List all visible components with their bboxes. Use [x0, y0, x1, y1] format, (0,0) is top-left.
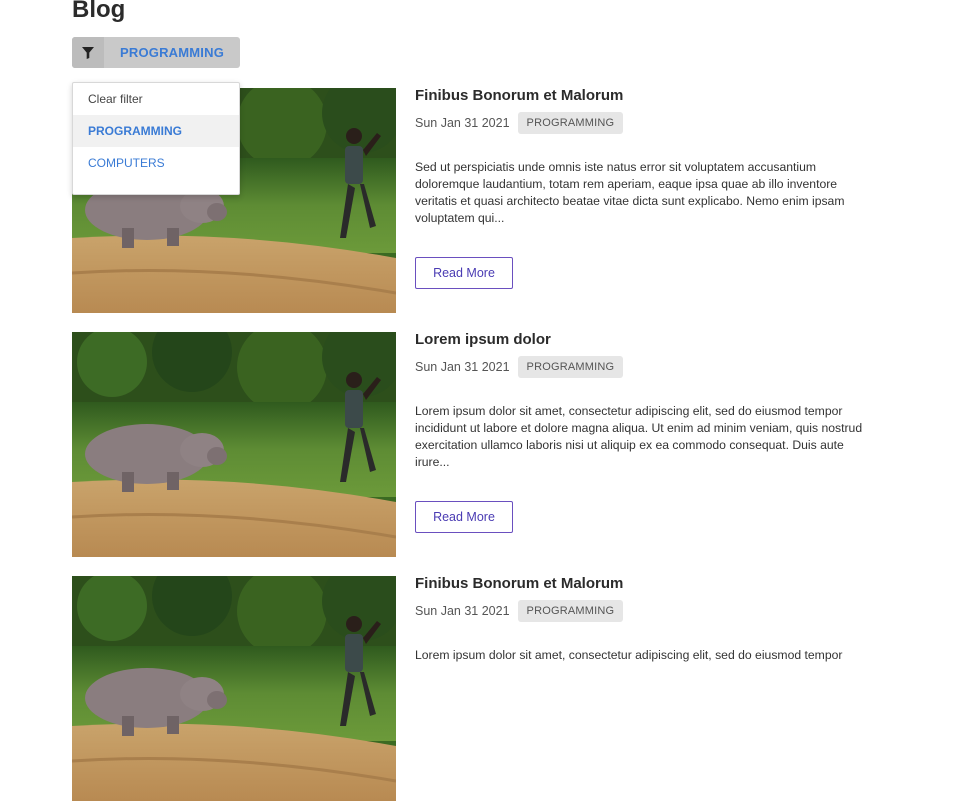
filter-dropdown: Clear filter PROGRAMMING COMPUTERS	[72, 82, 240, 195]
post-card: Finibus Bonorum et Malorum Sun Jan 31 20…	[72, 576, 872, 801]
post-date: Sun Jan 31 2021	[415, 360, 510, 374]
post-tag[interactable]: PROGRAMMING	[517, 112, 624, 134]
post-excerpt: Sed ut perspiciatis unde omnis iste natu…	[415, 160, 845, 225]
post-date: Sun Jan 31 2021	[415, 604, 510, 618]
post-title[interactable]: Lorem ipsum dolor	[415, 332, 875, 348]
post-image[interactable]	[72, 332, 396, 557]
read-more-button[interactable]: Read More	[415, 257, 513, 289]
post-image[interactable]	[72, 576, 396, 801]
post-title[interactable]: Finibus Bonorum et Malorum	[415, 88, 875, 104]
post-title[interactable]: Finibus Bonorum et Malorum	[415, 576, 875, 592]
clear-filter-option[interactable]: Clear filter	[73, 83, 239, 115]
read-more-button[interactable]: Read More	[415, 501, 513, 533]
post-excerpt: Lorem ipsum dolor sit amet, consectetur …	[415, 648, 843, 662]
post-excerpt: Lorem ipsum dolor sit amet, consectetur …	[415, 404, 863, 469]
filter-option-programming[interactable]: PROGRAMMING	[73, 115, 239, 147]
post-date: Sun Jan 31 2021	[415, 116, 510, 130]
filter-icon	[72, 37, 104, 68]
post-tag[interactable]: PROGRAMMING	[517, 356, 624, 378]
post-card: Lorem ipsum dolor Sun Jan 31 2021 PROGRA…	[72, 332, 872, 557]
filter-selected-label: PROGRAMMING	[119, 45, 225, 60]
post-tag[interactable]: PROGRAMMING	[517, 600, 624, 622]
filter-option-computers[interactable]: COMPUTERS	[73, 147, 239, 179]
page-title: Blog	[72, 0, 126, 23]
filter-button[interactable]: PROGRAMMING	[72, 37, 240, 68]
